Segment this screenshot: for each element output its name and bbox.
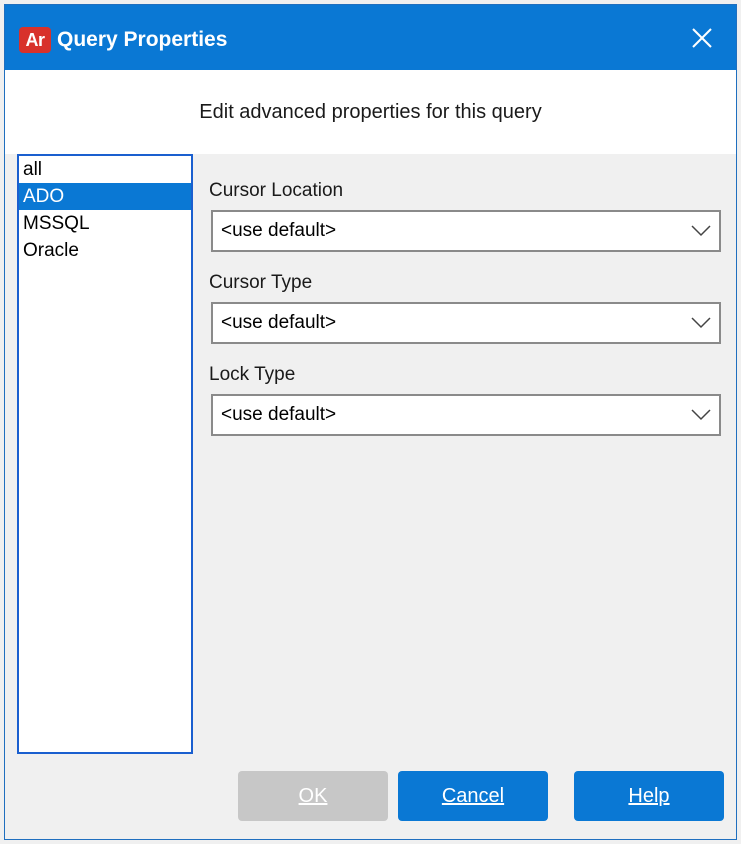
list-item-oracle[interactable]: Oracle <box>19 237 191 264</box>
cursor-location-label: Cursor Location <box>209 180 344 201</box>
list-item-all[interactable]: all <box>19 156 191 183</box>
close-button[interactable] <box>677 15 727 61</box>
dialog-title: Query Properties <box>57 28 228 51</box>
list-item-mssql[interactable]: MSSQL <box>19 210 191 237</box>
chevron-down-icon <box>691 409 711 421</box>
cursor-location-value: <use default> <box>221 220 337 241</box>
lock-type-label: Lock Type <box>209 364 296 385</box>
dialog-description: Edit advanced properties for this query <box>5 70 736 154</box>
ok-button[interactable]: OK <box>238 771 388 821</box>
title-bar[interactable]: Ar Query Properties <box>5 5 736 70</box>
cancel-button-label: Cancel <box>441 784 505 807</box>
cursor-location-select[interactable]: <use default> <box>211 210 721 252</box>
help-button-label: Help <box>628 784 670 807</box>
lock-type-value: <use default> <box>221 404 337 425</box>
cursor-type-label: Cursor Type <box>209 272 313 293</box>
help-button[interactable]: Help <box>574 771 724 821</box>
lock-type-select[interactable]: <use default> <box>211 394 721 436</box>
query-properties-dialog: Ar Query Properties Edit advanced proper… <box>4 4 737 840</box>
list-item-ado[interactable]: ADO <box>19 183 191 210</box>
provider-listbox[interactable]: all ADO MSSQL Oracle <box>17 154 193 754</box>
cursor-type-select[interactable]: <use default> <box>211 302 721 344</box>
close-icon <box>692 28 712 48</box>
ok-button-label: OK <box>298 784 328 807</box>
app-icon: Ar <box>19 27 51 53</box>
cancel-button[interactable]: Cancel <box>398 771 548 821</box>
cursor-type-value: <use default> <box>221 312 337 333</box>
properties-panel: Cursor Location <use default> Cursor Typ… <box>195 154 736 754</box>
chevron-down-icon <box>691 225 711 237</box>
chevron-down-icon <box>691 317 711 329</box>
